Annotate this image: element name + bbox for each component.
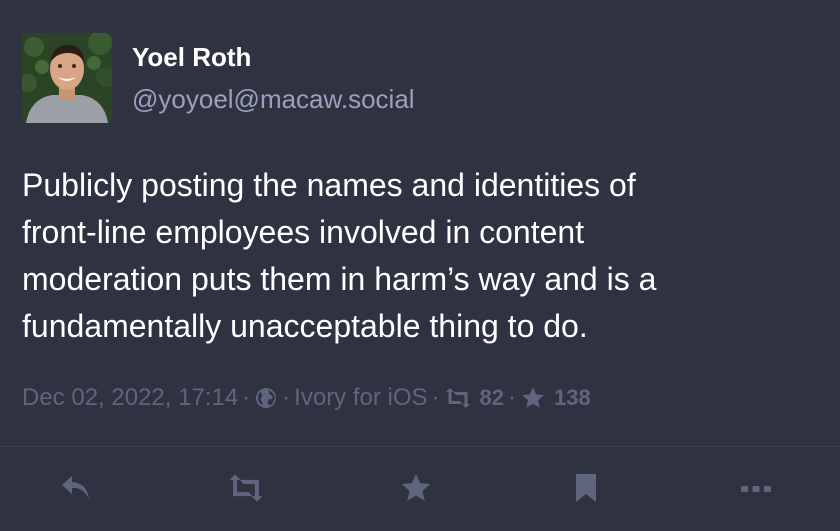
display-name[interactable]: Yoel Roth: [132, 42, 251, 73]
post-line: front-line employees involved in content: [22, 214, 585, 250]
bookmark-button[interactable]: [558, 466, 614, 514]
person-avatar-icon: [22, 33, 112, 123]
separator: ·: [242, 384, 251, 411]
reply-button[interactable]: [48, 466, 104, 514]
avatar[interactable]: [22, 33, 112, 123]
post-line: moderation puts them in harm’s way and i…: [22, 261, 657, 297]
action-bar: [0, 466, 840, 514]
globe-icon: [254, 386, 278, 410]
reply-icon: [59, 473, 93, 508]
post-content: Publicly posting the names and identitie…: [22, 162, 822, 350]
boost-icon: [444, 387, 472, 409]
separator: ·: [431, 384, 440, 411]
post-meta: Dec 02, 2022, 17:14 · · Ivory for iOS · …: [22, 380, 591, 416]
client-name[interactable]: Ivory for iOS: [294, 384, 427, 412]
boost-count[interactable]: 82: [480, 385, 504, 411]
post-timestamp[interactable]: Dec 02, 2022, 17:14: [22, 384, 238, 412]
star-icon: [399, 471, 433, 510]
boost-button[interactable]: [218, 466, 274, 514]
favourite-button[interactable]: [388, 466, 444, 514]
post-line: fundamentally unacceptable thing to do.: [22, 308, 588, 344]
separator: ·: [508, 384, 517, 411]
favourite-count[interactable]: 138: [554, 385, 591, 411]
account-handle[interactable]: @yoyoel@macaw.social: [132, 84, 415, 115]
status-detail: Yoel Roth @yoyoel@macaw.social Publicly …: [0, 0, 840, 531]
more-button[interactable]: [728, 466, 784, 514]
divider: [0, 446, 840, 447]
star-icon: [520, 385, 546, 411]
bookmark-icon: [573, 472, 599, 509]
post-line: Publicly posting the names and identitie…: [22, 167, 636, 203]
separator: ·: [282, 384, 291, 411]
boost-icon: [226, 473, 266, 508]
more-icon: [740, 481, 772, 499]
